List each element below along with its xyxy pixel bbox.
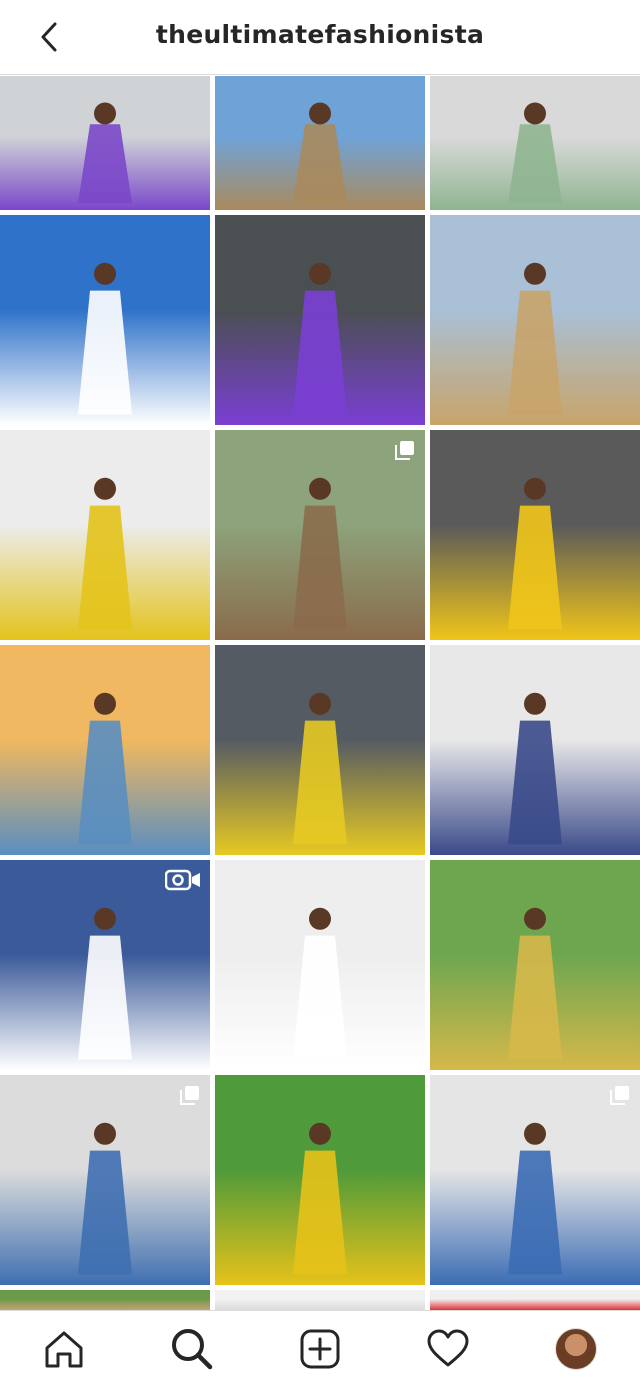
activity-heart-icon xyxy=(427,1329,469,1366)
post-thumbnail-partial-row[interactable] xyxy=(430,1290,640,1310)
post-thumbnail-yellow-hat-stripes[interactable] xyxy=(0,430,210,640)
post-figure xyxy=(293,907,347,1060)
post-figure xyxy=(78,1122,132,1275)
post-image xyxy=(215,1290,425,1310)
carousel-icon xyxy=(395,441,414,460)
post-figure xyxy=(293,1122,347,1275)
post-thumbnail-mural-stripes[interactable] xyxy=(0,860,210,1070)
home-icon xyxy=(45,1331,83,1367)
post-figure xyxy=(293,692,347,845)
post-thumbnail-palm-desert[interactable] xyxy=(215,76,425,210)
post-figure xyxy=(508,262,562,415)
post-figure xyxy=(293,102,347,204)
post-thumbnail-white-shirt-hat[interactable] xyxy=(215,860,425,1070)
post-grid xyxy=(0,76,640,1310)
post-thumbnail-beach-sunset[interactable] xyxy=(0,645,210,855)
post-thumbnail-purple-doorway[interactable] xyxy=(215,215,425,425)
tab-home[interactable] xyxy=(34,1319,94,1379)
post-figure xyxy=(78,907,132,1060)
post-thumbnail-yellow-dress-grass[interactable] xyxy=(215,1075,425,1285)
post-thumbnail-partial-row[interactable] xyxy=(0,1290,210,1310)
post-thumbnail-white-sweater-boots[interactable] xyxy=(430,645,640,855)
post-image xyxy=(0,1290,210,1310)
post-thumbnail-yellow-hat-striped-pants[interactable] xyxy=(215,645,425,855)
post-thumbnail-yellow-hat-portrait[interactable] xyxy=(430,430,640,640)
tab-profile[interactable] xyxy=(546,1319,606,1379)
post-figure xyxy=(78,262,132,415)
post-thumbnail-palm-street[interactable] xyxy=(0,215,210,425)
post-figure xyxy=(293,262,347,415)
post-thumbnail-partial-row[interactable] xyxy=(215,1290,425,1310)
carousel-icon xyxy=(180,1086,199,1105)
post-figure xyxy=(78,692,132,845)
post-thumbnail-leopard-dress[interactable] xyxy=(215,430,425,640)
post-figure xyxy=(508,907,562,1060)
post-figure xyxy=(508,477,562,630)
post-thumbnail-desert-hills[interactable] xyxy=(430,215,640,425)
post-thumbnail-purple-duster-coat[interactable] xyxy=(0,76,210,210)
video-icon xyxy=(165,869,200,891)
post-figure xyxy=(508,1122,562,1275)
post-figure xyxy=(508,102,562,204)
post-thumbnail-flare-jeans-cafe[interactable] xyxy=(0,1075,210,1285)
tab-new-post[interactable] xyxy=(290,1319,350,1379)
profile-username: theultimatefashionista xyxy=(155,20,485,49)
top-bar: theultimatefashionista xyxy=(0,0,640,75)
carousel-icon xyxy=(610,1086,629,1105)
search-icon xyxy=(172,1328,213,1369)
bottom-tab-bar xyxy=(0,1310,640,1386)
profile-avatar xyxy=(555,1327,597,1370)
tab-search[interactable] xyxy=(162,1319,222,1379)
post-image xyxy=(430,1290,640,1310)
post-figure xyxy=(508,692,562,845)
post-thumbnail-jeans-checkered-bag[interactable] xyxy=(430,1075,640,1285)
post-thumbnail-yellow-dress-path[interactable] xyxy=(430,860,640,1070)
post-figure xyxy=(293,477,347,630)
post-thumbnail-green-dress-heels[interactable] xyxy=(430,76,640,210)
post-figure xyxy=(78,102,132,204)
tab-activity[interactable] xyxy=(418,1319,478,1379)
new-post-icon xyxy=(300,1329,340,1368)
post-figure xyxy=(78,477,132,630)
